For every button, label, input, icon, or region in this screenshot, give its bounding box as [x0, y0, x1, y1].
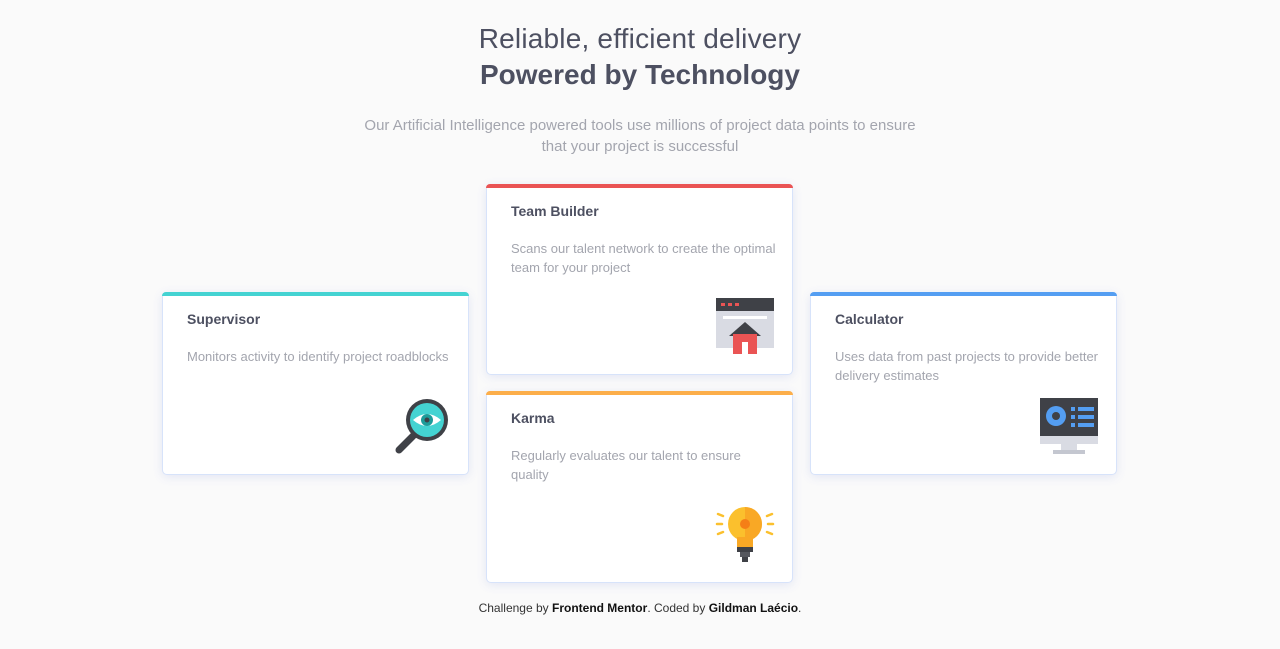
author-link[interactable]: Gildman Laécio [709, 601, 798, 615]
card-accent-bar [162, 292, 469, 296]
card-title: Calculator [835, 311, 904, 327]
card-team-builder: Team Builder Scans our talent network to… [486, 184, 793, 375]
browser-house-icon [716, 298, 774, 354]
card-description: Monitors activity to identify project ro… [187, 349, 449, 364]
card-accent-bar [810, 292, 1117, 296]
footer-suffix: . [798, 601, 802, 615]
page-title: Powered by Technology [480, 59, 800, 90]
card-description: Scans our talent network to create the o… [511, 241, 776, 275]
lightbulb-icon [715, 507, 775, 562]
card-description: Uses data from past projects to provide … [835, 349, 1099, 383]
card-supervisor: Supervisor Monitors activity to identify… [162, 292, 469, 475]
card-description: Regularly evaluates our talent to ensure… [511, 448, 741, 482]
card-title: Karma [511, 410, 555, 426]
page-subtitle: Reliable, efficient delivery [478, 23, 802, 54]
footer-middle: . Coded by [647, 601, 709, 615]
card-title: Team Builder [511, 203, 599, 219]
card-calculator: Calculator Uses data from past projects … [810, 292, 1117, 475]
card-accent-bar [486, 391, 793, 395]
frontend-mentor-link[interactable]: Frontend Mentor [552, 601, 647, 615]
monitor-chart-icon [1040, 398, 1098, 454]
card-karma: Karma Regularly evaluates our talent to … [486, 391, 793, 583]
footer-prefix: Challenge by [478, 601, 552, 615]
header: Reliable, efficient delivery Powered by … [0, 22, 1280, 94]
magnifier-eye-icon [395, 399, 448, 454]
attribution-footer: Challenge by Frontend Mentor. Coded by G… [0, 600, 1280, 616]
card-title: Supervisor [187, 311, 261, 327]
card-accent-bar [486, 184, 793, 188]
intro-text: Our Artificial Intelligence powered tool… [364, 117, 916, 155]
